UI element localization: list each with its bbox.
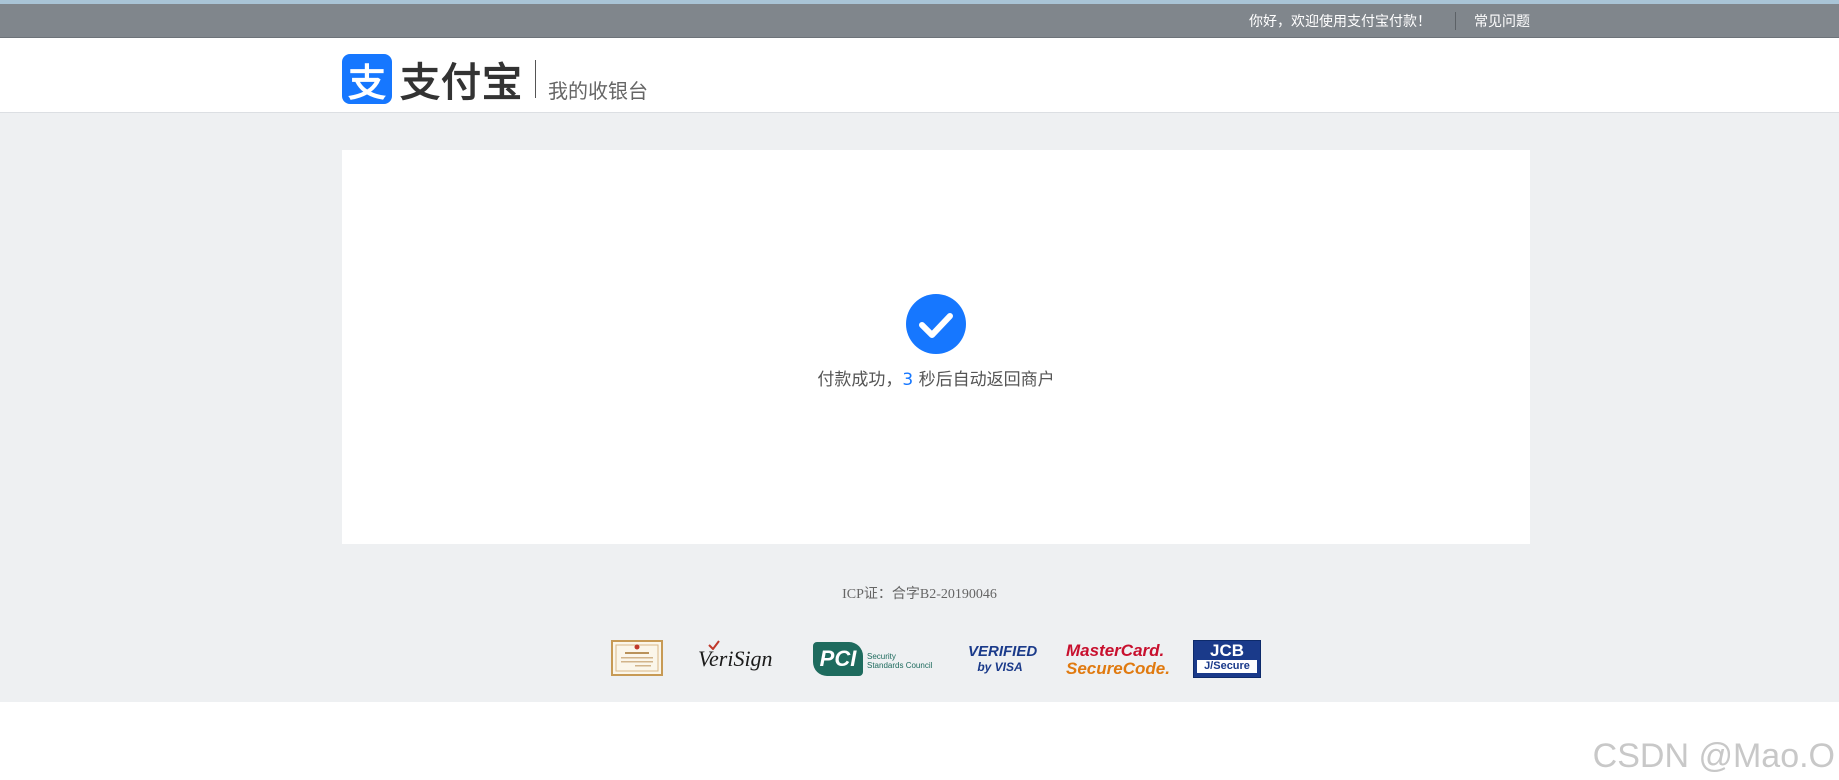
faq-link[interactable]: 常见问题 (1474, 11, 1530, 31)
pci-logo-text: PCI (819, 646, 857, 671)
mastercard-line2: SecureCode. (1066, 659, 1170, 678)
success-message: 付款成功，3 秒后自动返回商户 (342, 365, 1530, 390)
verisign-badge[interactable]: VeriSign (698, 640, 778, 680)
cashier-title: 我的收银台 (548, 78, 648, 103)
verified-by-visa-line1: VERIFIED (968, 643, 1038, 660)
jcb-line2: J/Secure (1197, 660, 1257, 673)
icp-license: ICP证：合字B2-20190046 (842, 587, 997, 602)
main-area: 付款成功，3 秒后自动返回商户 ICP证：合字B2-20190046 VeriS… (0, 113, 1839, 702)
pci-badge[interactable]: PCI Security Standards Council (813, 640, 933, 680)
alipay-logo[interactable]: 支 支付宝 我的收银台 (342, 50, 648, 108)
verified-by-visa-line2: by VISA (977, 660, 1023, 674)
mastercard-line1: MasterCard. (1066, 641, 1165, 660)
top-bar: 你好，欢迎使用支付宝付款！ 常见问题 (0, 4, 1839, 38)
success-message-suffix: 秒后自动返回商户 (913, 370, 1055, 390)
pci-subtext: Security Standards Council (867, 652, 933, 670)
business-license-badge[interactable] (611, 640, 663, 676)
welcome-text: 你好，欢迎使用支付宝付款！ (1249, 13, 1431, 30)
alipay-logo-text: 支付宝 (400, 60, 523, 106)
success-message-prefix: 付款成功， (817, 370, 903, 390)
check-circle-icon (906, 294, 966, 354)
security-badges: VeriSign PCI Security Standards Council … (0, 640, 1839, 684)
verisign-check-icon (708, 640, 720, 650)
header: 支 支付宝 我的收银台 (0, 38, 1839, 113)
pci-logo: PCI (813, 642, 863, 676)
top-links: 你好，欢迎使用支付宝付款！ 常见问题 (1249, 4, 1530, 37)
result-card: 付款成功，3 秒后自动返回商户 (342, 150, 1530, 544)
jcb-jsecure-badge[interactable]: JCB J/Secure (1193, 640, 1261, 678)
logo-divider (535, 60, 536, 98)
verified-by-visa-badge[interactable]: VERIFIED by VISA (968, 640, 1038, 680)
watermark: CSDN @Mao.O (1592, 737, 1835, 775)
countdown-seconds: 3 (902, 370, 914, 390)
top-divider (1455, 11, 1456, 30)
jcb-line1: JCB (1209, 641, 1244, 660)
mastercard-securecode-badge[interactable]: MasterCard. SecureCode. (1066, 640, 1170, 680)
alipay-logo-icon: 支 (342, 54, 392, 105)
